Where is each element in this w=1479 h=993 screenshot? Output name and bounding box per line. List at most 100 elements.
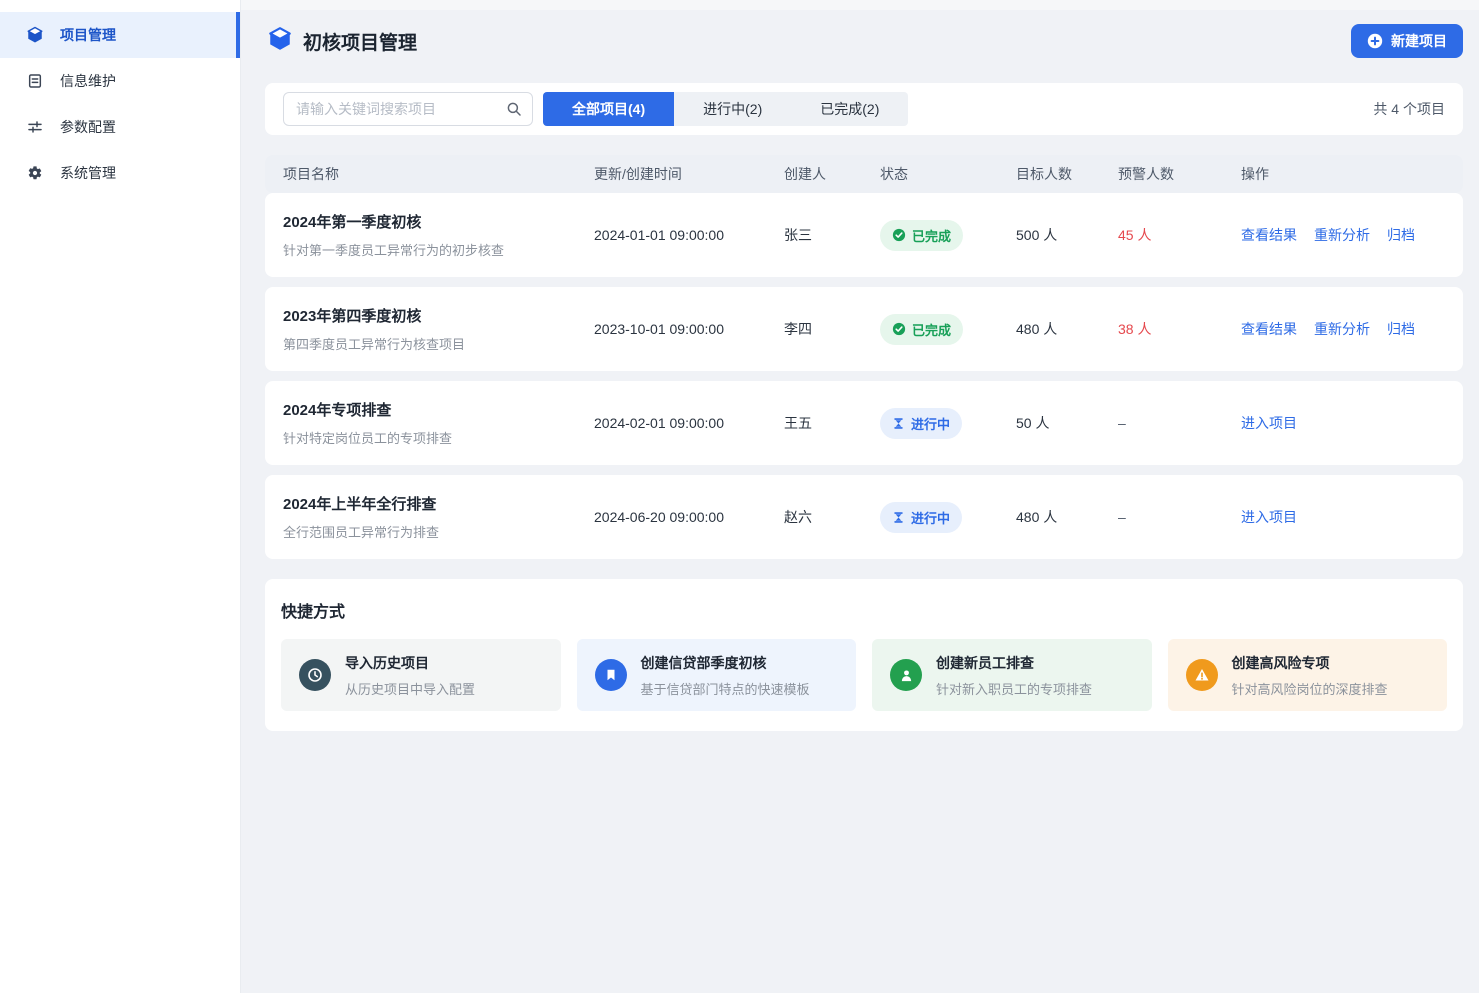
sliders-icon: [26, 118, 44, 136]
project-name: 2023年第四季度初核: [283, 305, 594, 326]
top-strip: [241, 0, 1479, 10]
new-project-button-label: 新建项目: [1391, 31, 1447, 51]
project-name: 2024年上半年全行排查: [283, 493, 594, 514]
target-count: 480 人: [1016, 507, 1118, 527]
warning-count: –: [1118, 415, 1241, 431]
target-count: 500 人: [1016, 225, 1118, 245]
tab-in-progress[interactable]: 进行中(2): [674, 92, 791, 126]
sidebar-item-label: 项目管理: [60, 25, 116, 45]
column-header-status: 状态: [880, 164, 1016, 184]
project-description: 第四季度员工异常行为核查项目: [283, 334, 594, 353]
warning-count: 45 人: [1118, 225, 1241, 245]
status-label: 已完成: [912, 320, 951, 339]
view-results-link[interactable]: 查看结果: [1241, 319, 1297, 339]
table-row: 2024年上半年全行排查 全行范围员工异常行为排查 2024-06-20 09:…: [265, 475, 1463, 559]
status-label: 进行中: [911, 508, 950, 527]
gear-icon: [26, 164, 44, 182]
shortcut-description: 从历史项目中导入配置: [345, 679, 475, 698]
project-count: 共 4 个项目: [1373, 99, 1445, 119]
clock-icon: [299, 659, 331, 691]
table-row: 2024年专项排查 针对特定岗位员工的专项排查 2024-02-01 09:00…: [265, 381, 1463, 465]
table-row: 2023年第四季度初核 第四季度员工异常行为核查项目 2023-10-01 09…: [265, 287, 1463, 371]
search-box: [283, 92, 533, 126]
project-description: 针对特定岗位员工的专项排查: [283, 428, 594, 447]
hourglass-icon: [892, 417, 905, 430]
shortcut-create-new-employee-screening[interactable]: 创建新员工排查 针对新入职员工的专项排查: [872, 639, 1152, 711]
table-header: 项目名称 更新/创建时间 创建人 状态 目标人数 预警人数 操作: [265, 155, 1463, 193]
target-count: 480 人: [1016, 319, 1118, 339]
shortcut-title: 创建新员工排查: [936, 653, 1092, 673]
shortcuts-section: 快捷方式 导入历史项目 从历史项目中导入配置: [265, 579, 1463, 731]
column-header-target: 目标人数: [1016, 164, 1118, 184]
main-content: 初核项目管理 新建项目: [241, 0, 1479, 993]
toolbar: 全部项目(4) 进行中(2) 已完成(2) 共 4 个项目: [265, 83, 1463, 135]
sidebar-item-label: 系统管理: [60, 163, 116, 183]
sidebar-item-info-maintenance[interactable]: 信息维护: [0, 58, 240, 104]
column-header-time: 更新/创建时间: [594, 164, 784, 184]
project-time: 2024-06-20 09:00:00: [594, 509, 784, 525]
enter-project-link[interactable]: 进入项目: [1241, 507, 1297, 527]
project-creator: 赵六: [784, 507, 880, 527]
shortcut-create-high-risk-special[interactable]: 创建高风险专项 针对高风险岗位的深度排查: [1168, 639, 1448, 711]
sidebar-item-label: 参数配置: [60, 117, 116, 137]
search-icon[interactable]: [505, 100, 523, 118]
page-title: 初核项目管理: [303, 28, 417, 55]
shortcut-description: 针对高风险岗位的深度排查: [1232, 679, 1388, 698]
warning-count: 38 人: [1118, 319, 1241, 339]
project-creator: 王五: [784, 413, 880, 433]
new-project-button[interactable]: 新建项目: [1351, 24, 1463, 58]
check-circle-icon: [892, 228, 906, 242]
archive-link[interactable]: 归档: [1387, 319, 1415, 339]
cube-icon: [267, 26, 293, 57]
project-time: 2024-01-01 09:00:00: [594, 227, 784, 243]
shortcut-description: 基于信贷部门特点的快速模板: [641, 679, 810, 698]
tab-completed[interactable]: 已完成(2): [791, 92, 908, 126]
project-name: 2024年第一季度初核: [283, 211, 594, 232]
sidebar-item-label: 信息维护: [60, 71, 116, 91]
project-time: 2024-02-01 09:00:00: [594, 415, 784, 431]
status-badge: 进行中: [880, 408, 962, 439]
hourglass-icon: [892, 511, 905, 524]
target-count: 50 人: [1016, 413, 1118, 433]
project-name: 2024年专项排查: [283, 399, 594, 420]
sidebar-item-parameter-config[interactable]: 参数配置: [0, 104, 240, 150]
warning-icon: [1186, 659, 1218, 691]
column-header-action: 操作: [1241, 164, 1445, 184]
archive-link[interactable]: 归档: [1387, 225, 1415, 245]
status-badge: 已完成: [880, 220, 963, 251]
reanalyze-link[interactable]: 重新分析: [1314, 225, 1370, 245]
table-row: 2024年第一季度初核 针对第一季度员工异常行为的初步核查 2024-01-01…: [265, 193, 1463, 277]
sidebar-item-project-management[interactable]: 项目管理: [0, 12, 240, 58]
reanalyze-link[interactable]: 重新分析: [1314, 319, 1370, 339]
shortcut-title: 导入历史项目: [345, 653, 475, 673]
status-label: 进行中: [911, 414, 950, 433]
filter-tabs: 全部项目(4) 进行中(2) 已完成(2): [543, 92, 908, 126]
enter-project-link[interactable]: 进入项目: [1241, 413, 1297, 433]
plus-icon: [1367, 33, 1383, 49]
shortcut-title: 创建高风险专项: [1232, 653, 1388, 673]
shortcut-title: 创建信贷部季度初核: [641, 653, 810, 673]
column-header-warning: 预警人数: [1118, 164, 1241, 184]
check-circle-icon: [892, 322, 906, 336]
tab-all-projects[interactable]: 全部项目(4): [543, 92, 674, 126]
project-creator: 张三: [784, 225, 880, 245]
sidebar: 项目管理 信息维护 参数配置: [0, 0, 241, 993]
column-header-creator: 创建人: [784, 164, 880, 184]
page-header: 初核项目管理 新建项目: [241, 10, 1479, 72]
shortcut-description: 针对新入职员工的专项排查: [936, 679, 1092, 698]
view-results-link[interactable]: 查看结果: [1241, 225, 1297, 245]
document-icon: [26, 72, 44, 90]
project-description: 针对第一季度员工异常行为的初步核查: [283, 240, 594, 259]
bookmark-icon: [595, 659, 627, 691]
shortcut-import-history[interactable]: 导入历史项目 从历史项目中导入配置: [281, 639, 561, 711]
sidebar-item-system-management[interactable]: 系统管理: [0, 150, 240, 196]
project-creator: 李四: [784, 319, 880, 339]
status-label: 已完成: [912, 226, 951, 245]
column-header-name: 项目名称: [283, 164, 594, 184]
shortcut-create-credit-review[interactable]: 创建信贷部季度初核 基于信贷部门特点的快速模板: [577, 639, 857, 711]
status-badge: 已完成: [880, 314, 963, 345]
user-icon: [890, 659, 922, 691]
shortcuts-title: 快捷方式: [281, 598, 1447, 622]
search-input[interactable]: [283, 92, 533, 126]
cube-icon: [26, 26, 44, 44]
